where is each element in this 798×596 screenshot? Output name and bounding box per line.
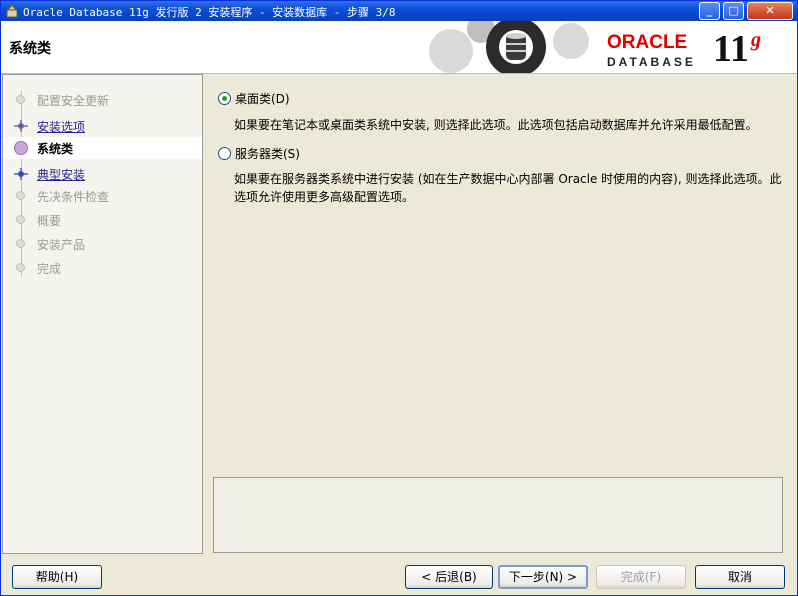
installer-window: Oracle Database 11g 发行版 2 安装程序 - 安装数据库 -…	[0, 0, 798, 596]
window-title: Oracle Database 11g 发行版 2 安装程序 - 安装数据库 -…	[23, 6, 396, 19]
step-label: 安装产品	[37, 238, 86, 252]
close-icon[interactable]: ✕	[747, 2, 793, 20]
minimize-icon[interactable]: _	[699, 2, 720, 20]
step-label: 系统类	[37, 142, 74, 156]
step-label: 典型安装	[37, 168, 86, 182]
desktop-class-label[interactable]: 桌面类(D)	[235, 92, 290, 106]
step-dot-icon	[16, 95, 25, 104]
next-button[interactable]: 下一步(N) >	[498, 565, 588, 589]
server-class-label[interactable]: 服务器类(S)	[235, 147, 300, 161]
step-install-product: 安装产品	[3, 233, 202, 255]
version-logo-number: 11	[713, 28, 749, 70]
maximize-icon[interactable]: □	[723, 2, 744, 20]
step-typical-install[interactable]: 典型安装	[3, 163, 202, 185]
version-logo-suffix: g	[751, 29, 761, 51]
step-install-options[interactable]: 安装选项	[3, 115, 202, 137]
step-dot-icon	[16, 215, 25, 224]
step-summary: 概要	[3, 209, 202, 231]
finish-button[interactable]: 完成(F)	[596, 565, 686, 589]
step-dot-icon	[16, 263, 25, 272]
server-class-description: 如果要在服务器类系统中进行安装 (如在生产数据中心内部署 Oracle 时使用的…	[234, 172, 782, 204]
step-finish: 完成	[3, 257, 202, 279]
oracle-logo-text: ORACLE	[607, 32, 688, 53]
server-class-radio[interactable]	[218, 147, 231, 160]
main-content: 桌面类(D) 如果要在笔记本或桌面类系统中安装, 则选择此选项。此选项包括启动数…	[204, 74, 797, 554]
step-label: 安装选项	[37, 120, 86, 134]
desktop-class-radio-option[interactable]: 桌面类(D)	[218, 90, 290, 107]
gears-graphic-icon	[429, 21, 589, 73]
step-prerequisite-checks: 先决条件检查	[3, 185, 202, 207]
step-current-icon	[14, 141, 28, 155]
step-system-class[interactable]: 系统类	[3, 137, 202, 159]
step-label: 完成	[37, 262, 62, 276]
page-title: 系统类	[9, 41, 51, 57]
desktop-class-radio[interactable]	[218, 92, 231, 105]
database-logo-text: DATABASE	[607, 55, 696, 69]
step-dot-icon	[16, 239, 25, 248]
cancel-button[interactable]: 取消	[695, 565, 785, 589]
step-link-figure-icon	[14, 168, 28, 180]
header-banner: 系统类 ORACLE DATABASE 11 g	[1, 21, 797, 74]
installer-app-icon	[6, 4, 18, 18]
help-button[interactable]: 帮助(H)	[12, 565, 102, 589]
title-bar[interactable]: Oracle Database 11g 发行版 2 安装程序 - 安装数据库 -…	[1, 1, 797, 21]
steps-sidebar: 配置安全更新 安装选项 系统类 典型安装 先决条件检查 概要 安装产品 完成	[2, 74, 203, 554]
step-label: 概要	[37, 214, 62, 228]
step-label: 配置安全更新	[37, 94, 110, 108]
step-dot-icon	[16, 191, 25, 200]
server-class-radio-option[interactable]: 服务器类(S)	[218, 145, 300, 162]
message-pane	[213, 477, 783, 553]
step-label: 先决条件检查	[37, 190, 110, 204]
desktop-class-description: 如果要在笔记本或桌面类系统中安装, 则选择此选项。此选项包括启动数据库并允许采用…	[234, 118, 758, 132]
step-link-figure-icon	[14, 120, 28, 132]
back-button[interactable]: < 后退(B)	[405, 565, 493, 589]
step-config-security-updates: 配置安全更新	[3, 89, 202, 111]
